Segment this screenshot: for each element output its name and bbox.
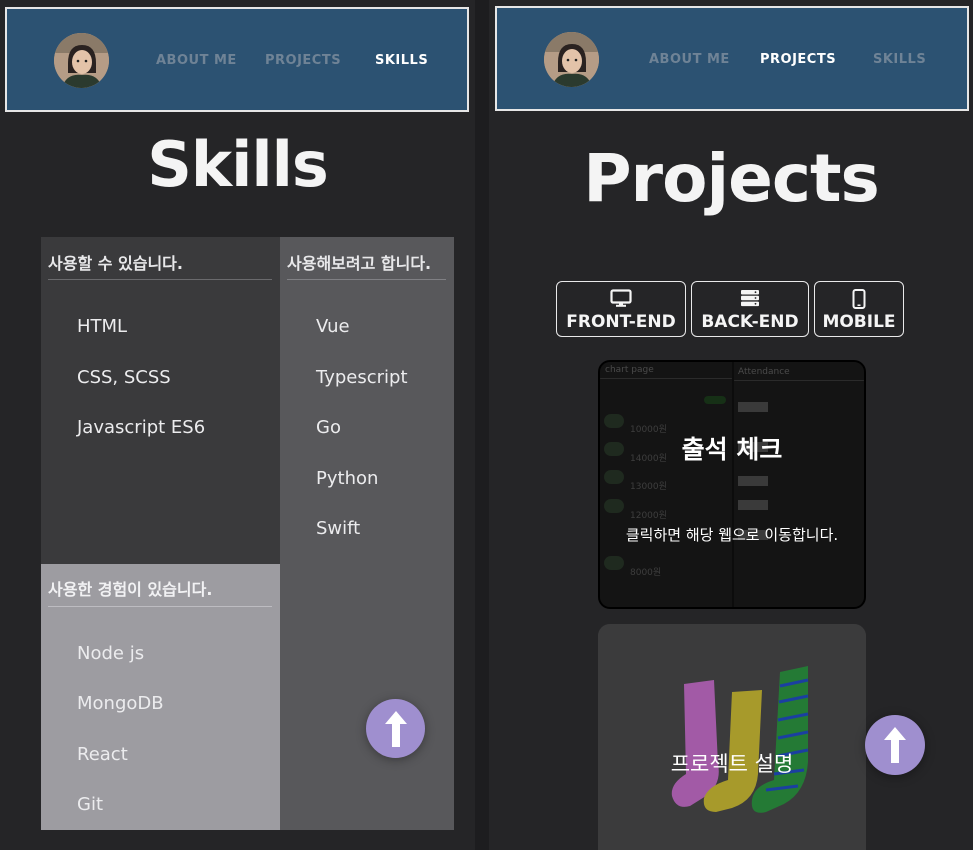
smartphone-icon [852,289,866,309]
skills-column-can-use: 사용할 수 있습니다. HTML CSS, SCSS Javascript ES… [41,237,280,564]
column-heading: 사용한 경험이 있습니다. [48,580,213,599]
filter-mobile-button[interactable]: MOBILE [814,281,904,337]
preview-screen: chart page 10000원 14000원 13000원 12000원 8… [600,362,732,607]
filter-label: BACK-END [701,312,799,332]
arrow-up-icon [884,727,906,763]
project-card[interactable]: 프로젝트 설명 [598,624,866,850]
divider [48,606,272,607]
socks-illustration [598,624,866,850]
skill-item: CSS, SCSS [77,367,171,388]
skills-screen: ABOUT ME PROJECTS SKILLS Skills 사용할 수 있습… [0,0,475,850]
projects-screen: ABOUT ME PROJECTS SKILLS Projects FRONT-… [489,0,973,850]
skill-item: MongoDB [77,693,164,714]
navbar: ABOUT ME PROJECTS SKILLS [495,6,969,111]
nav-skills[interactable]: SKILLS [873,52,926,67]
project-title: 출석 체크 [681,435,783,464]
preview-screen: Attendance [734,362,864,607]
skill-item: Go [316,417,341,438]
nav-about-me[interactable]: ABOUT ME [649,52,730,67]
skill-item: HTML [77,316,128,337]
preview-title: chart page [605,365,654,375]
arrow-up-icon [384,710,407,747]
page-title: Projects [583,140,880,217]
preview-amount: 8000원 [630,568,662,578]
preview-title: Attendance [738,367,790,377]
skill-item: Javascript ES6 [77,417,206,438]
navbar: ABOUT ME PROJECTS SKILLS [5,7,469,112]
monitor-icon [610,289,632,307]
skill-item: Swift [316,518,361,539]
divider [48,279,272,280]
nav-skills[interactable]: SKILLS [375,53,428,68]
nav-about-me[interactable]: ABOUT ME [156,53,237,68]
skill-item: Typescript [316,367,408,388]
project-card[interactable]: chart page 10000원 14000원 13000원 12000원 8… [598,360,866,609]
skill-item: Git [77,794,104,815]
column-heading: 사용해보려고 합니다. [287,254,432,273]
filter-front-end-button[interactable]: FRONT-END [556,281,686,337]
column-heading: 사용할 수 있습니다. [48,254,183,273]
skills-column-have-used: 사용한 경험이 있습니다. Node js MongoDB React Git [41,564,280,830]
avatar[interactable] [544,32,599,87]
skill-item: Python [316,468,379,489]
avatar[interactable] [54,33,109,88]
preview-amount: 13000원 [630,482,667,492]
preview-amount: 12000원 [630,511,667,521]
skills-column-want-to-try: 사용해보려고 합니다. Vue Typescript Go Python Swi… [280,237,454,830]
skill-item: Vue [316,316,350,337]
scroll-to-top-button[interactable] [366,699,425,758]
filter-label: MOBILE [822,312,896,332]
page-title: Skills [147,128,329,201]
filter-label: FRONT-END [566,312,676,332]
skill-item: React [77,744,128,765]
project-title: 프로젝트 설명 [670,752,794,776]
panel-divider [475,0,489,850]
filter-back-end-button[interactable]: BACK-END [691,281,809,337]
server-icon [741,290,759,307]
skill-item: Node js [77,643,145,664]
nav-projects[interactable]: PROJECTS [760,52,836,67]
project-hint: 클릭하면 해당 웹으로 이동합니다. [625,526,839,544]
scroll-to-top-button[interactable] [865,715,925,775]
divider [287,279,446,280]
nav-projects[interactable]: PROJECTS [265,53,341,68]
